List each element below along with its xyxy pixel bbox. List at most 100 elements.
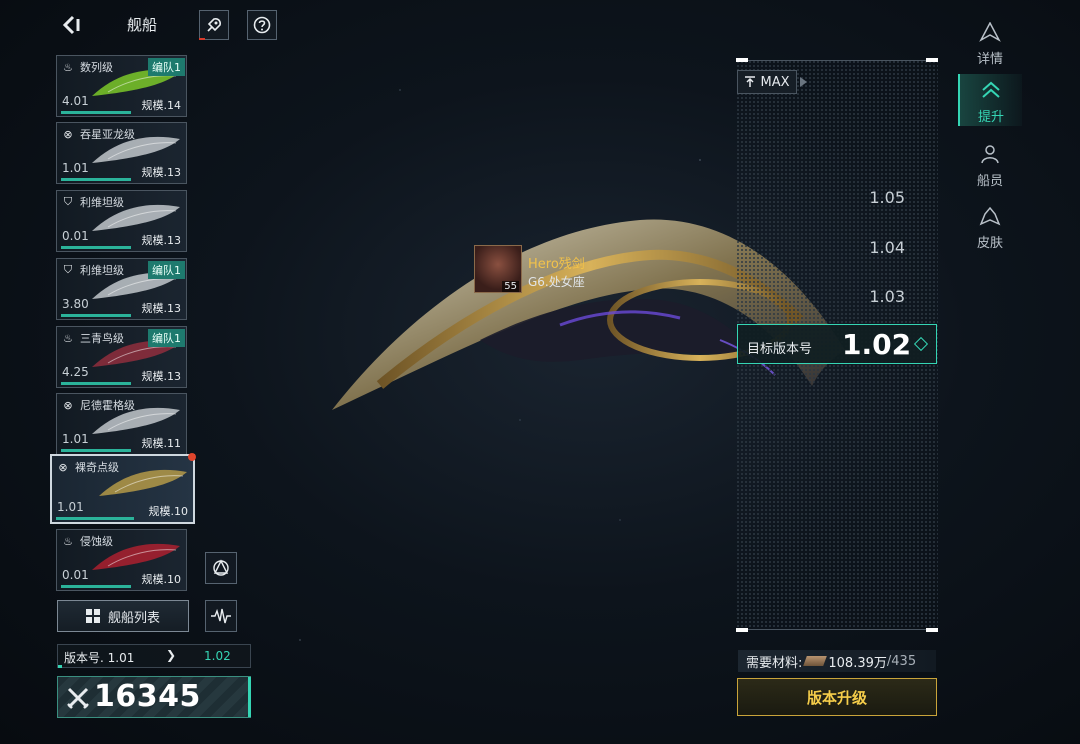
triangle-emblem-icon <box>213 559 229 576</box>
grid-icon <box>85 609 100 623</box>
ship-card[interactable]: ⊗ 尼德霍格级 1.01 规模.11 <box>56 393 187 455</box>
rocket-icon <box>207 18 221 32</box>
back-arrow-icon <box>62 15 80 35</box>
pilot-avatar[interactable]: 55 <box>474 245 522 293</box>
ship-version: 1.01 <box>62 161 89 175</box>
current-version: 版本号. 1.01 <box>64 651 135 665</box>
crew-icon <box>981 145 999 164</box>
level-option[interactable]: 1.04 <box>740 238 905 257</box>
notification-dot <box>188 453 196 461</box>
max-label: MAX <box>760 74 790 90</box>
details-icon <box>979 21 1001 42</box>
tab-crew[interactable]: 船员 <box>958 138 1022 190</box>
combat-power-panel: 16345 <box>57 676 251 718</box>
upgrade-version-button[interactable]: 版本升级 <box>737 678 937 716</box>
ship-progress-bar <box>61 314 131 317</box>
next-version: 1.02 <box>204 649 231 663</box>
ship-name: 三青鸟级 <box>80 332 124 345</box>
ship-card[interactable]: ⛉ 利维坦级 0.01 规模.13 <box>56 190 187 252</box>
material-crate-icon <box>803 656 828 666</box>
ship-type-icon: ♨ <box>63 534 73 548</box>
ship-progress-bar <box>61 111 131 114</box>
panel-top-line <box>736 60 938 61</box>
page-title: 舰船 <box>126 16 157 34</box>
ship-progress-bar <box>61 382 131 385</box>
ship-progress-bar <box>61 246 131 249</box>
ship-name: 裸奇点级 <box>75 461 119 474</box>
ship-card[interactable]: ⊗ 吞星亚龙级 1.01 规模.13 <box>56 122 187 184</box>
ship-scale: 规模.10 <box>148 505 189 518</box>
fleet-filter-button[interactable] <box>205 552 237 584</box>
waveform-icon <box>211 608 231 624</box>
ship-scale: 规模.11 <box>141 437 182 450</box>
level-option[interactable]: 1.03 <box>740 287 905 306</box>
ship-type-icon: ⛉ <box>63 263 73 276</box>
chevron-right-icon: ❯ <box>166 648 177 662</box>
tab-details[interactable]: 详情 <box>958 16 1022 68</box>
ship-list-label: 舰船列表 <box>107 610 160 626</box>
ship-name: 侵蚀级 <box>80 535 113 548</box>
ship-type-icon: ⛉ <box>63 195 73 208</box>
ship-card[interactable]: ⊗ 裸奇点级 1.01 规模.10 <box>50 454 195 524</box>
version-tick <box>58 665 62 668</box>
ship-card[interactable]: ♨ 侵蚀级 0.01 规模.10 <box>56 529 187 591</box>
tab-skin[interactable]: 皮肤 <box>958 200 1022 252</box>
tab-details-label: 详情 <box>976 52 1003 67</box>
combat-power-value: 16345 <box>94 679 201 714</box>
target-version-value: 1.02 <box>842 328 912 361</box>
ship-scale: 规模.13 <box>141 166 182 179</box>
tab-upgrade[interactable]: 提升 <box>958 74 1022 126</box>
power-edge <box>248 677 251 717</box>
ship-list-button[interactable]: 舰船列表 <box>57 600 189 632</box>
version-row: 版本号. 1.01 ❯ 1.02 <box>57 644 251 668</box>
pilot-level: 55 <box>502 281 519 292</box>
target-version-label: 目标版本号 <box>747 342 813 357</box>
ship-card[interactable]: ♨ 三青鸟级 编队1 4.25 规模.13 <box>56 326 187 388</box>
fleet-badge: 编队1 <box>148 58 185 76</box>
panel-corner <box>926 58 938 62</box>
wave-stats-button[interactable] <box>205 600 237 632</box>
help-button[interactable] <box>247 10 277 40</box>
target-version-selector[interactable]: 目标版本号 1.02 <box>737 324 937 364</box>
ship-scale: 规模.10 <box>141 573 182 586</box>
ship-scale: 规模.13 <box>141 370 182 383</box>
ship-version: 3.80 <box>62 297 89 311</box>
ship-name: 尼德霍格级 <box>80 399 135 412</box>
level-option[interactable]: 1.05 <box>740 188 905 207</box>
rocket-button[interactable] <box>199 10 229 40</box>
panel-corner <box>736 628 748 632</box>
ship-name: 数列级 <box>80 61 113 74</box>
ship-name: 吞星亚龙级 <box>80 128 135 141</box>
max-button[interactable]: MAX <box>737 70 797 94</box>
ship-type-icon: ⊗ <box>58 460 68 474</box>
crossed-swords-icon <box>67 687 89 709</box>
ship-name: 利维坦级 <box>80 264 124 277</box>
ship-card[interactable]: ⛉ 利维坦级 编队1 3.80 规模.13 <box>56 258 187 320</box>
material-label: 需要材料: <box>746 655 803 671</box>
max-arrow-icon <box>800 77 807 87</box>
ship-type-icon: ♨ <box>63 60 73 74</box>
ship-version: 0.01 <box>62 229 89 243</box>
fleet-badge: 编队1 <box>148 261 185 279</box>
ship-scale: 规模.13 <box>141 302 182 315</box>
material-owned: 108.39万 <box>828 655 887 671</box>
material-requirement: 需要材料: 108.39万 /435 <box>738 650 936 672</box>
back-button[interactable] <box>58 12 84 38</box>
panel-corner <box>736 58 748 62</box>
ship-scale: 规模.14 <box>141 99 182 112</box>
ship-version: 4.01 <box>62 94 89 108</box>
ship-scale: 规模.13 <box>141 234 182 247</box>
ship-progress-bar <box>61 585 131 588</box>
pilot-sign: G6.处女座 <box>528 275 585 289</box>
question-icon <box>253 16 271 34</box>
ship-type-icon: ⊗ <box>63 127 73 141</box>
upgrade-arrows-icon <box>982 81 1000 98</box>
fleet-badge: 编队1 <box>148 329 185 347</box>
ship-card[interactable]: ♨ 数列级 编队1 4.01 规模.14 <box>56 55 187 117</box>
tab-crew-label: 船员 <box>976 174 1003 189</box>
ship-progress-bar <box>61 178 131 181</box>
tab-upgrade-label: 提升 <box>977 110 1004 125</box>
ship-version: 0.01 <box>62 568 89 582</box>
ship-version: 4.25 <box>62 365 89 379</box>
ship-progress-bar <box>56 517 134 520</box>
